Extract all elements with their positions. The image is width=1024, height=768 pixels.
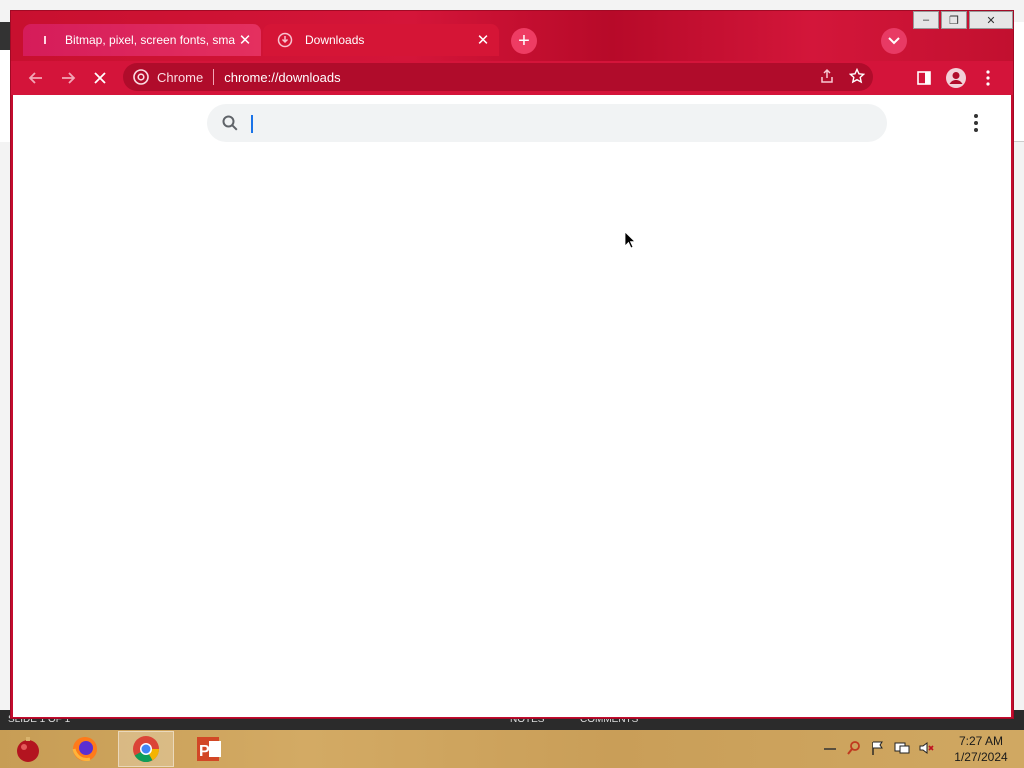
downloads-page [13,95,1011,717]
side-panel-icon [917,71,931,85]
tab-strip: Bitmap, pixel, screen fonts, small ✕ Dow… [11,11,1013,61]
action-center-flag-icon[interactable] [870,740,886,756]
download-icon [277,32,293,48]
minimize-button[interactable]: – [913,11,939,29]
kebab-menu-icon [986,70,990,86]
tab-downloads[interactable]: Downloads ✕ [263,24,499,56]
network-icon[interactable] [822,740,838,756]
clock-date: 1/27/2024 [954,750,1008,764]
bookmark-star-icon[interactable] [849,68,865,84]
side-panel-button[interactable] [911,65,937,91]
site-label: Chrome [157,69,204,85]
text-caret [251,115,253,133]
restore-button[interactable]: ❐ [941,11,967,29]
downloads-search-bar[interactable] [207,104,887,142]
close-tab-icon[interactable]: ✕ [473,30,493,50]
dot [974,128,978,132]
close-icon [94,72,106,84]
chrome-window: Bitmap, pixel, screen fonts, small ✕ Dow… [10,10,1014,719]
taskbar-powerpoint[interactable]: P [180,731,236,767]
taskbar-firefox[interactable] [57,731,113,767]
tab-title: Downloads [305,33,365,47]
url-text[interactable]: chrome://downloads [224,70,340,85]
dot [974,121,978,125]
tab-bitmap-fonts[interactable]: Bitmap, pixel, screen fonts, small ✕ [23,24,261,56]
powerpoint-icon: P [197,737,221,761]
new-tab-button[interactable]: + [511,28,537,54]
volume-muted-icon[interactable] [918,740,934,756]
taskbar-chrome[interactable] [118,731,174,767]
omnibox-actions [819,68,865,84]
close-window-button[interactable]: ✕ [969,11,1013,29]
start-button[interactable] [0,731,56,767]
downloads-more-actions-button[interactable] [966,113,986,133]
chrome-logo-icon [133,69,149,85]
share-icon[interactable] [819,68,835,84]
taskbar: P 7:27 AM 1/27/2024 [0,730,1024,768]
address-bar[interactable]: Chrome chrome://downloads [123,63,873,91]
omnibox-divider [213,69,215,85]
taskbar-clock[interactable]: 7:27 AM 1/27/2024 [948,733,1014,765]
dot [974,114,978,118]
system-tray [822,740,934,756]
search-icon [222,115,238,131]
mouse-cursor-icon [624,231,636,249]
close-tab-icon[interactable]: ✕ [235,30,255,50]
chrome-icon [133,736,160,763]
magnifier-icon[interactable] [846,740,862,756]
display-icon[interactable] [894,740,910,756]
firefox-icon [72,737,97,761]
profile-button[interactable] [943,65,969,91]
svg-text:P: P [199,743,210,760]
back-button[interactable] [23,65,49,91]
arrow-left-icon [28,72,42,84]
arrow-right-icon [62,72,76,84]
browser-toolbar: Chrome chrome://downloads [11,61,1013,95]
chevron-down-icon [888,37,900,45]
tab-title: Bitmap, pixel, screen fonts, small [65,33,235,47]
avatar-icon [946,68,966,88]
start-orb-icon [17,737,39,762]
downloads-search-input[interactable] [249,111,849,135]
page-favicon-icon [37,32,53,48]
clock-time: 7:27 AM [958,734,1004,748]
browser-menu-button[interactable] [975,65,1001,91]
stop-loading-button[interactable] [87,65,113,91]
forward-button[interactable] [55,65,81,91]
window-controls: – ❐ ✕ [911,11,1013,31]
tab-search-button[interactable] [881,28,907,54]
